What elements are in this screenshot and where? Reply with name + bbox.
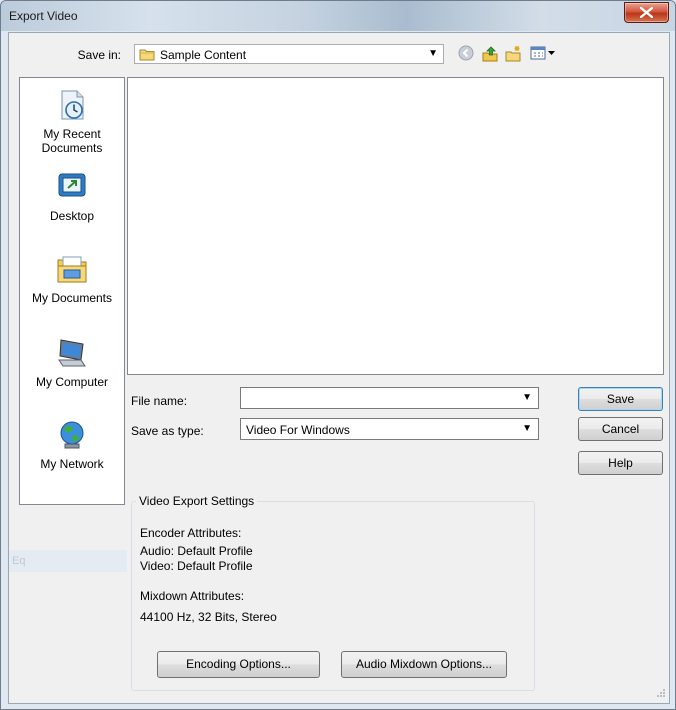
file-list-pane[interactable] (127, 77, 664, 375)
file-name-input[interactable]: ▼ (240, 387, 539, 409)
save-button[interactable]: Save (578, 387, 663, 411)
back-icon[interactable] (458, 45, 476, 63)
resize-grip-icon[interactable] (654, 688, 666, 700)
mixdown-value-text: 44100 Hz, 32 Bits, Stereo (140, 610, 277, 624)
window-title: Export Video (9, 9, 78, 23)
my-network-icon (60, 421, 84, 449)
place-desktop[interactable]: Desktop (20, 170, 124, 223)
mixdown-attributes-heading: Mixdown Attributes: (140, 589, 245, 603)
place-my-network[interactable]: My Network (20, 418, 124, 471)
audio-profile-text: Audio: Default Profile (140, 544, 253, 558)
cancel-button[interactable]: Cancel (578, 417, 663, 441)
save-in-label: Save in: (77, 48, 121, 62)
save-as-type-label: Save as type: (131, 424, 204, 438)
encoder-attributes-heading: Encoder Attributes: (140, 526, 242, 540)
new-folder-icon[interactable] (504, 45, 522, 63)
place-label: My Computer (35, 375, 109, 389)
help-button[interactable]: Help (578, 451, 663, 475)
folder-icon (139, 49, 155, 61)
save-in-dropdown[interactable]: Sample Content ▼ (134, 44, 444, 64)
place-label: My Recent Documents (41, 127, 103, 155)
dialog-client-area: Save in: Sample Content ▼ My Recent Docu… (8, 32, 670, 704)
recent-documents-icon (61, 90, 84, 120)
views-menu-icon[interactable] (530, 45, 556, 63)
place-my-recent-documents[interactable]: My Recent Documents (20, 88, 124, 155)
save-as-type-value: Video For Windows (246, 423, 350, 437)
background-fragment: Eq (9, 550, 127, 572)
desktop-icon (58, 173, 86, 197)
close-button[interactable] (624, 2, 669, 23)
place-label: My Documents (31, 291, 113, 305)
file-name-label: File name: (131, 394, 188, 408)
chevron-down-icon[interactable]: ▼ (522, 392, 532, 403)
place-my-computer[interactable]: My Computer (20, 336, 124, 389)
save-in-value: Sample Content (160, 48, 247, 62)
place-label: Desktop (49, 209, 95, 223)
save-as-type-dropdown[interactable]: Video For Windows ▼ (240, 418, 539, 440)
close-icon (640, 7, 653, 18)
export-video-dialog: Export Video Save in: Sample Content ▼ M… (0, 0, 676, 710)
chevron-down-icon: ▼ (428, 48, 438, 59)
video-profile-text: Video: Default Profile (140, 559, 253, 573)
title-bar[interactable]: Export Video (1, 1, 675, 31)
group-title: Video Export Settings (136, 494, 258, 508)
my-computer-icon (58, 339, 86, 367)
chevron-down-icon: ▼ (522, 423, 532, 434)
place-my-documents[interactable]: My Documents (20, 252, 124, 305)
place-label: My Network (40, 457, 104, 471)
up-folder-icon[interactable] (481, 45, 499, 63)
audio-mixdown-options-button[interactable]: Audio Mixdown Options... (341, 651, 507, 678)
places-bar: My Recent Documents Desktop My Documents (19, 77, 125, 505)
encoding-options-button[interactable]: Encoding Options... (157, 651, 320, 678)
my-documents-icon (57, 256, 87, 283)
